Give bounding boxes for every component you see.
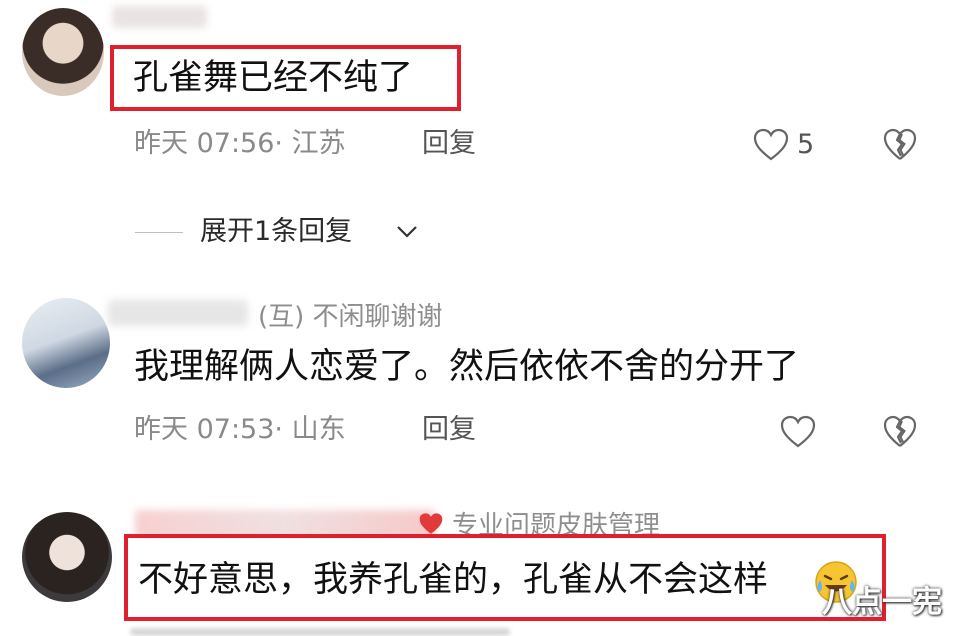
cut-off-meta-row	[130, 628, 510, 636]
avatar[interactable]	[22, 8, 104, 96]
like-count: 5	[797, 129, 815, 160]
broken-heart-icon[interactable]	[883, 128, 917, 162]
comment-time: 昨天 07:56· 江苏	[134, 128, 346, 159]
comment-time: 昨天 07:53· 山东	[134, 414, 346, 445]
user-tag: (互) 不闲聊谢谢	[258, 302, 443, 332]
heart-outline-icon[interactable]	[780, 415, 816, 449]
broken-heart-icon[interactable]	[883, 415, 917, 449]
avatar[interactable]	[22, 298, 110, 388]
username-blurred	[112, 6, 207, 28]
reply-button[interactable]: 回复	[422, 414, 476, 446]
chevron-down-icon[interactable]	[396, 224, 418, 240]
heart-outline-icon[interactable]	[753, 128, 789, 162]
comment-text: 不好意思，我养孔雀的，孔雀从不会这样	[138, 560, 769, 600]
watermark: 八点一宪	[822, 585, 942, 620]
reply-button[interactable]: 回复	[422, 128, 476, 160]
heart-badge-icon	[419, 513, 443, 534]
comment-text: 孔雀舞已经不纯了	[133, 58, 414, 98]
username-blurred	[108, 300, 248, 326]
expand-replies-label[interactable]: 展开1条回复	[200, 216, 352, 248]
avatar[interactable]	[22, 512, 112, 602]
divider-line	[135, 232, 183, 233]
comment-text: 我理解俩人恋爱了。然后依依不舍的分开了	[134, 347, 800, 387]
